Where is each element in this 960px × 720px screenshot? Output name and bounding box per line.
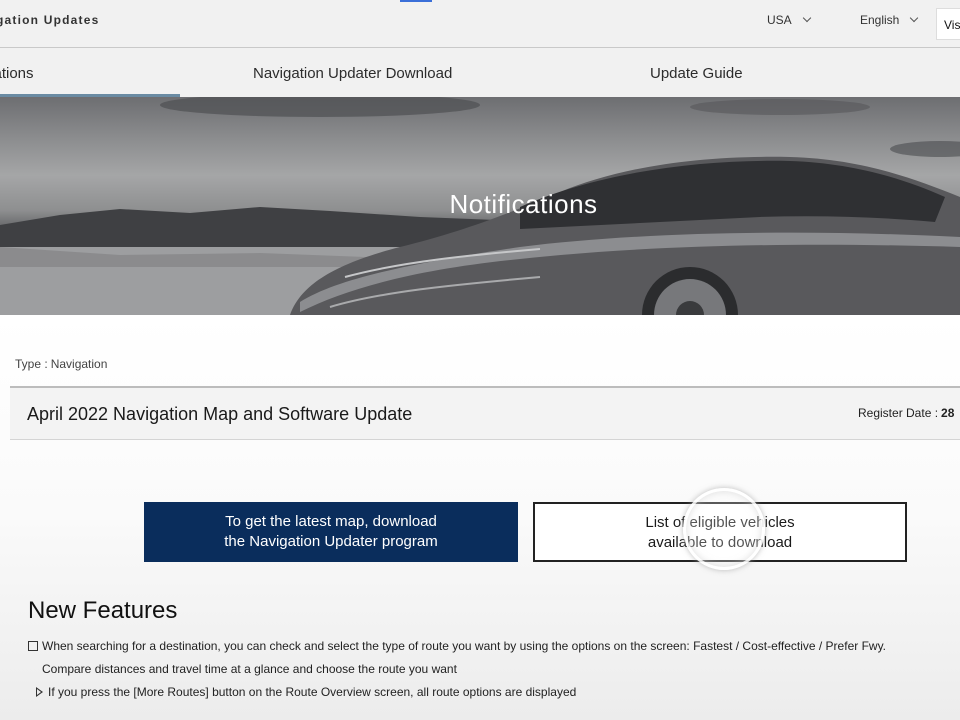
- language-selector[interactable]: English: [860, 13, 919, 27]
- country-label: USA: [767, 13, 792, 27]
- vehicles-button-line1: List of eligible vehicles: [645, 514, 795, 531]
- new-features-heading: New Features: [28, 597, 178, 624]
- download-button-line2: the Navigation Updater program: [224, 533, 438, 550]
- register-date-value: 28: [941, 406, 955, 420]
- post-title: April 2022 Navigation Map and Software U…: [27, 404, 413, 424]
- feature-text: If you press the [More Routes] button on…: [48, 685, 577, 699]
- tab-update-guide[interactable]: Update Guide: [650, 65, 743, 82]
- feature-item: When searching for a destination, you ca…: [28, 639, 886, 653]
- tab-bar: cations Navigation Updater Download Upda…: [0, 48, 960, 97]
- register-date: Register Date :28: [858, 406, 954, 420]
- post-type: Type : Navigation: [12, 357, 107, 371]
- download-button-line1: To get the latest map, download: [225, 513, 437, 530]
- feature-text: When searching for a destination, you ca…: [42, 639, 887, 653]
- country-selector[interactable]: USA: [767, 13, 811, 27]
- triangle-bullet-icon: [36, 687, 43, 697]
- eligible-vehicles-button[interactable]: List of eligible vehicles available to d…: [533, 502, 907, 562]
- tab-navigation-updater-download[interactable]: Navigation Updater Download: [253, 65, 452, 82]
- feature-subtext: Compare distances and travel time at a g…: [42, 662, 457, 676]
- tab-notifications[interactable]: cations: [0, 65, 34, 82]
- site-header: gation Updates USA English Vis: [0, 0, 960, 48]
- vehicles-button-line2: available to download: [647, 534, 793, 551]
- post-header: April 2022 Navigation Map and Software U…: [10, 388, 960, 440]
- chevron-down-icon: [910, 13, 919, 23]
- visit-button[interactable]: Vis: [936, 8, 960, 40]
- main-content: Type : Navigation April 2022 Navigation M…: [0, 315, 960, 720]
- top-accent-bar: [400, 0, 432, 2]
- register-date-label: Register Date :: [858, 406, 939, 420]
- chevron-down-icon: [802, 13, 811, 23]
- feature-item: If you press the [More Routes] button on…: [36, 685, 576, 699]
- checkbox-bullet-icon: [28, 641, 38, 651]
- hero-title: Notifications: [449, 189, 598, 219]
- download-updater-button[interactable]: To get the latest map, download the Navi…: [144, 502, 518, 562]
- language-label: English: [860, 13, 900, 27]
- hero-banner: Notifications: [0, 97, 960, 315]
- post-type-value: Navigation: [50, 357, 108, 371]
- post-type-label: Type :: [15, 357, 48, 371]
- site-title[interactable]: gation Updates: [0, 13, 99, 27]
